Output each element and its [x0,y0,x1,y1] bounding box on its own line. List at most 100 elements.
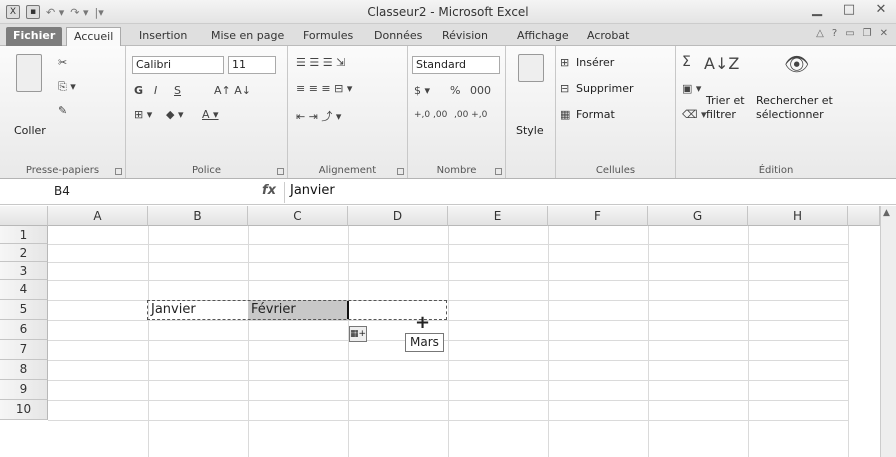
doc-close-icon[interactable]: ✕ [880,28,888,39]
paste-icon[interactable] [16,54,42,92]
increase-decimal-button[interactable]: +,0 ,00 [414,110,447,120]
column-header[interactable]: D [348,206,448,226]
fill-cursor-icon: + [415,312,431,333]
percent-button[interactable]: % [450,84,460,97]
name-box[interactable]: B4 [4,183,234,202]
row-header[interactable]: 7 [0,340,48,360]
sort-filter-button[interactable]: Trier et [706,94,745,107]
tab-review[interactable]: Révision [435,27,495,46]
tab-data[interactable]: Données [367,27,429,46]
currency-icon[interactable]: $ ▾ [414,84,430,97]
delete-cells-icon[interactable]: ⊟ [560,82,569,95]
formula-input[interactable]: Janvier [290,183,335,198]
launcher-icon[interactable] [495,168,502,175]
row-header[interactable]: 9 [0,380,48,400]
fill-icon[interactable]: ▣ ▾ [682,82,701,95]
column-header-partial[interactable] [848,206,880,226]
find-select-button-line2[interactable]: sélectionner [756,108,824,121]
style-button[interactable]: Style [516,124,544,137]
column-header[interactable]: H [748,206,848,226]
italic-button[interactable]: I [154,84,157,97]
tab-file[interactable]: Fichier [6,27,63,46]
row-header[interactable]: 1 [0,226,48,244]
sort-filter-icon[interactable]: A↓Z [704,54,739,73]
decrease-decimal-button[interactable]: ,00 +,0 [454,110,487,120]
scroll-up-icon[interactable]: ▲ [883,208,890,218]
grid-line [48,400,848,401]
row-header[interactable]: 6 [0,320,48,340]
grid-line [148,226,149,457]
autosum-button[interactable]: Σ [682,54,691,70]
tab-home[interactable]: Accueil [66,27,122,46]
bold-button[interactable]: G [134,84,143,97]
group-label: Cellules [595,165,636,176]
ribbon-minimize-icon[interactable]: △ [816,28,824,39]
align-left-icon[interactable]: ≡ ≡ ≡ ⊟ ▾ [296,82,352,95]
help-icon[interactable]: ? [832,28,837,39]
launcher-icon[interactable] [277,168,284,175]
close-icon[interactable]: ✕ [872,3,890,19]
delete-cells-button[interactable]: Supprimer [576,82,634,95]
tab-acrobat[interactable]: Acrobat [580,27,636,46]
font-color-icon[interactable]: A ▾ [202,108,219,121]
format-cells-button[interactable]: Format [576,108,615,121]
insert-function-button[interactable]: fx [262,183,276,198]
grid-line [48,420,848,421]
autofill-options-icon[interactable]: ▦+ [349,326,367,342]
indent-icon[interactable]: ⇤ ⇥ ⤴ ▾ [296,108,341,124]
format-cells-icon[interactable]: ▦ [560,108,570,121]
doc-minimize-icon[interactable]: ▭ [845,28,854,39]
tab-insert[interactable]: Insertion [132,27,194,46]
paste-button[interactable]: Coller [14,124,46,137]
cut-icon[interactable]: ✂ [58,56,67,69]
worksheet-grid[interactable]: A B C D E F G H 1 2 3 4 5 6 7 8 9 10 Jan… [0,206,896,457]
fill-color-icon[interactable]: ◆ ▾ [166,108,183,121]
grow-font-icon[interactable]: A↑ A↓ [214,84,251,97]
launcher-icon[interactable] [397,168,404,175]
insert-cells-button[interactable]: Insérer [576,56,614,69]
select-all-corner[interactable] [0,206,48,226]
tab-view[interactable]: Affichage [510,27,576,46]
vertical-scrollbar[interactable]: ▲ [880,206,896,457]
clear-icon[interactable]: ⌫ ▾ [682,108,707,121]
launcher-icon[interactable] [115,168,122,175]
tab-formulas[interactable]: Formules [296,27,360,46]
style-icon[interactable] [518,54,544,82]
grid-line [448,226,449,457]
column-header[interactable]: E [448,206,548,226]
row-header[interactable]: 5 [0,300,48,320]
row-header[interactable]: 3 [0,262,48,280]
grid-line [48,360,848,361]
maximize-icon[interactable]: □ [840,3,858,19]
font-name-box[interactable]: Calibri [132,56,224,74]
row-header[interactable]: 4 [0,280,48,300]
sort-filter-button-line2[interactable]: filtrer [706,108,736,121]
group-clipboard: Coller ✂ ⎘ ▾ ✎ Presse-papiers [0,46,126,178]
doc-restore-icon[interactable]: ❐ [863,28,872,39]
binoculars-icon[interactable]: 👁 [784,52,809,76]
text-cursor [347,301,349,319]
column-header[interactable]: F [548,206,648,226]
thousands-button[interactable]: 000 [470,84,491,97]
format-painter-icon[interactable]: ✎ [58,104,67,117]
align-top-icon[interactable]: ☰ ☰ ☰ ⇲ [296,56,345,69]
insert-cells-icon[interactable]: ⊞ [560,56,569,69]
borders-icon[interactable]: ⊞ ▾ [134,108,152,121]
copy-icon[interactable]: ⎘ ▾ [58,80,76,94]
column-header[interactable]: A [48,206,148,226]
minimize-icon[interactable]: ▁ [808,3,826,19]
row-header[interactable]: 2 [0,244,48,262]
group-editing: Σ ▣ ▾ ⌫ ▾ A↓Z Trier et filtrer 👁 Recherc… [676,46,876,178]
font-size-box[interactable]: 11 [228,56,276,74]
column-header[interactable]: C [248,206,348,226]
grid-line [748,226,749,457]
row-header[interactable]: 10 [0,400,48,420]
row-header[interactable]: 8 [0,360,48,380]
column-header[interactable]: B [148,206,248,226]
tab-page-layout[interactable]: Mise en page [204,27,291,46]
grid-line [48,244,848,245]
find-select-button[interactable]: Rechercher et [756,94,833,107]
number-format-box[interactable]: Standard [412,56,500,74]
column-header[interactable]: G [648,206,748,226]
underline-button[interactable]: S [174,84,181,97]
